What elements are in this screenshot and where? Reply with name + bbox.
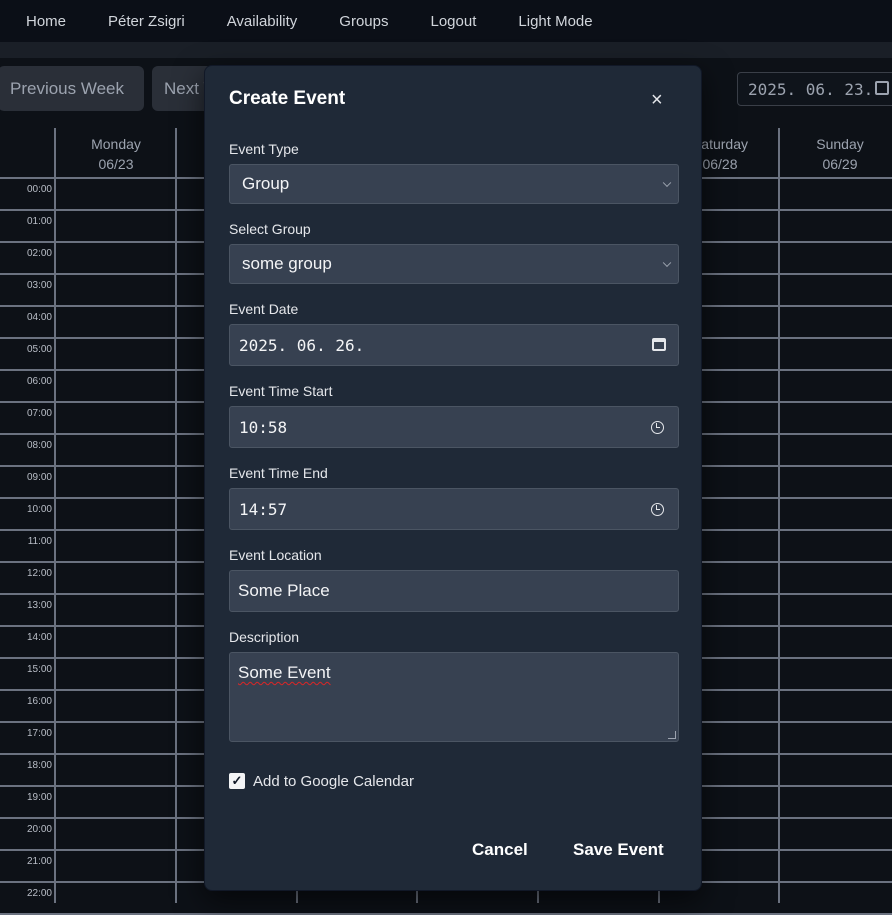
hour-label: 19:00 [26,792,52,803]
hour-label: 02:00 [26,248,52,259]
hour-label: 13:00 [26,600,52,611]
hour-label: 01:00 [26,216,52,227]
hour-label: 15:00 [26,664,52,675]
hour-label: 03:00 [26,280,52,291]
previous-week-label: Previous Week [10,78,125,98]
group-select[interactable]: some group [229,244,679,284]
nav-groups[interactable]: Groups [339,13,388,30]
time-start-input[interactable]: 10:58 [229,406,679,448]
hour-label: 09:00 [26,472,52,483]
event-type-select[interactable]: Group [229,164,679,204]
time-start-label: Event Time Start [229,383,333,399]
time-end-label: Event Time End [229,465,328,481]
description-label: Description [229,629,300,645]
google-calendar-checkbox[interactable]: ✓ [229,773,245,789]
next-week-button[interactable]: Next Week [152,66,212,111]
event-type-label: Event Type [229,141,299,157]
hour-label: 10:00 [26,504,52,515]
select-group-label: Select Group [229,221,311,237]
day-header-monday: Monday 06/23 [91,136,141,172]
hour-label: 08:00 [26,440,52,451]
modal-title: Create Event [229,88,346,109]
hour-label: 17:00 [26,728,52,739]
nav-availability[interactable]: Availability [227,13,298,30]
day-column-divider [54,128,56,903]
nav-light-mode[interactable]: Light Mode [518,13,592,30]
hour-label: 06:00 [26,376,52,387]
week-date-value: 2025. 06. 23. [748,79,874,99]
top-nav: Home Péter Zsigri Availability Groups Lo… [0,0,892,42]
hour-label: 20:00 [26,824,52,835]
description-textarea[interactable]: Some Event [229,652,679,742]
event-date-input[interactable]: 2025. 06. 26. [229,324,679,366]
location-label: Event Location [229,547,322,563]
nav-logout[interactable]: Logout [431,13,477,30]
hour-label: 07:00 [26,408,52,419]
hour-label: 00:00 [26,184,52,195]
close-icon[interactable]: × [651,90,663,110]
resize-handle[interactable] [668,731,676,739]
chevron-down-icon [662,258,672,268]
day-column-divider [778,128,780,903]
sub-bar [0,42,892,58]
calendar-icon[interactable] [652,338,666,351]
hour-label: 21:00 [26,856,52,867]
hour-label: 11:00 [27,536,52,547]
day-column-divider [175,128,177,903]
clock-icon[interactable] [651,503,664,516]
location-input[interactable]: Some Place [229,570,679,612]
calendar-icon[interactable] [875,81,889,95]
previous-week-button[interactable]: Previous Week [0,66,144,111]
nav-profile[interactable]: Péter Zsigri [108,13,185,30]
event-date-label: Event Date [229,301,299,317]
create-event-modal: Create Event × Event Type Group Select G… [204,65,702,891]
clock-icon[interactable] [651,421,664,434]
time-end-input[interactable]: 14:57 [229,488,679,530]
save-event-button[interactable]: Save Event [573,840,664,860]
google-calendar-label: Add to Google Calendar [253,773,414,790]
nav-home[interactable]: Home [26,13,66,30]
hour-label: 16:00 [26,696,52,707]
hour-label: 05:00 [26,344,52,355]
cancel-button[interactable]: Cancel [472,840,528,860]
day-header-sunday: Sunday 06/29 [816,136,864,172]
hour-label: 12:00 [26,568,52,579]
week-date-input[interactable]: 2025. 06. 23. [737,72,892,106]
chevron-down-icon [662,178,672,188]
hour-label: 22:00 [26,888,52,899]
hour-label: 14:00 [26,632,52,643]
hour-label: 04:00 [26,312,52,323]
hour-label: 18:00 [26,760,52,771]
